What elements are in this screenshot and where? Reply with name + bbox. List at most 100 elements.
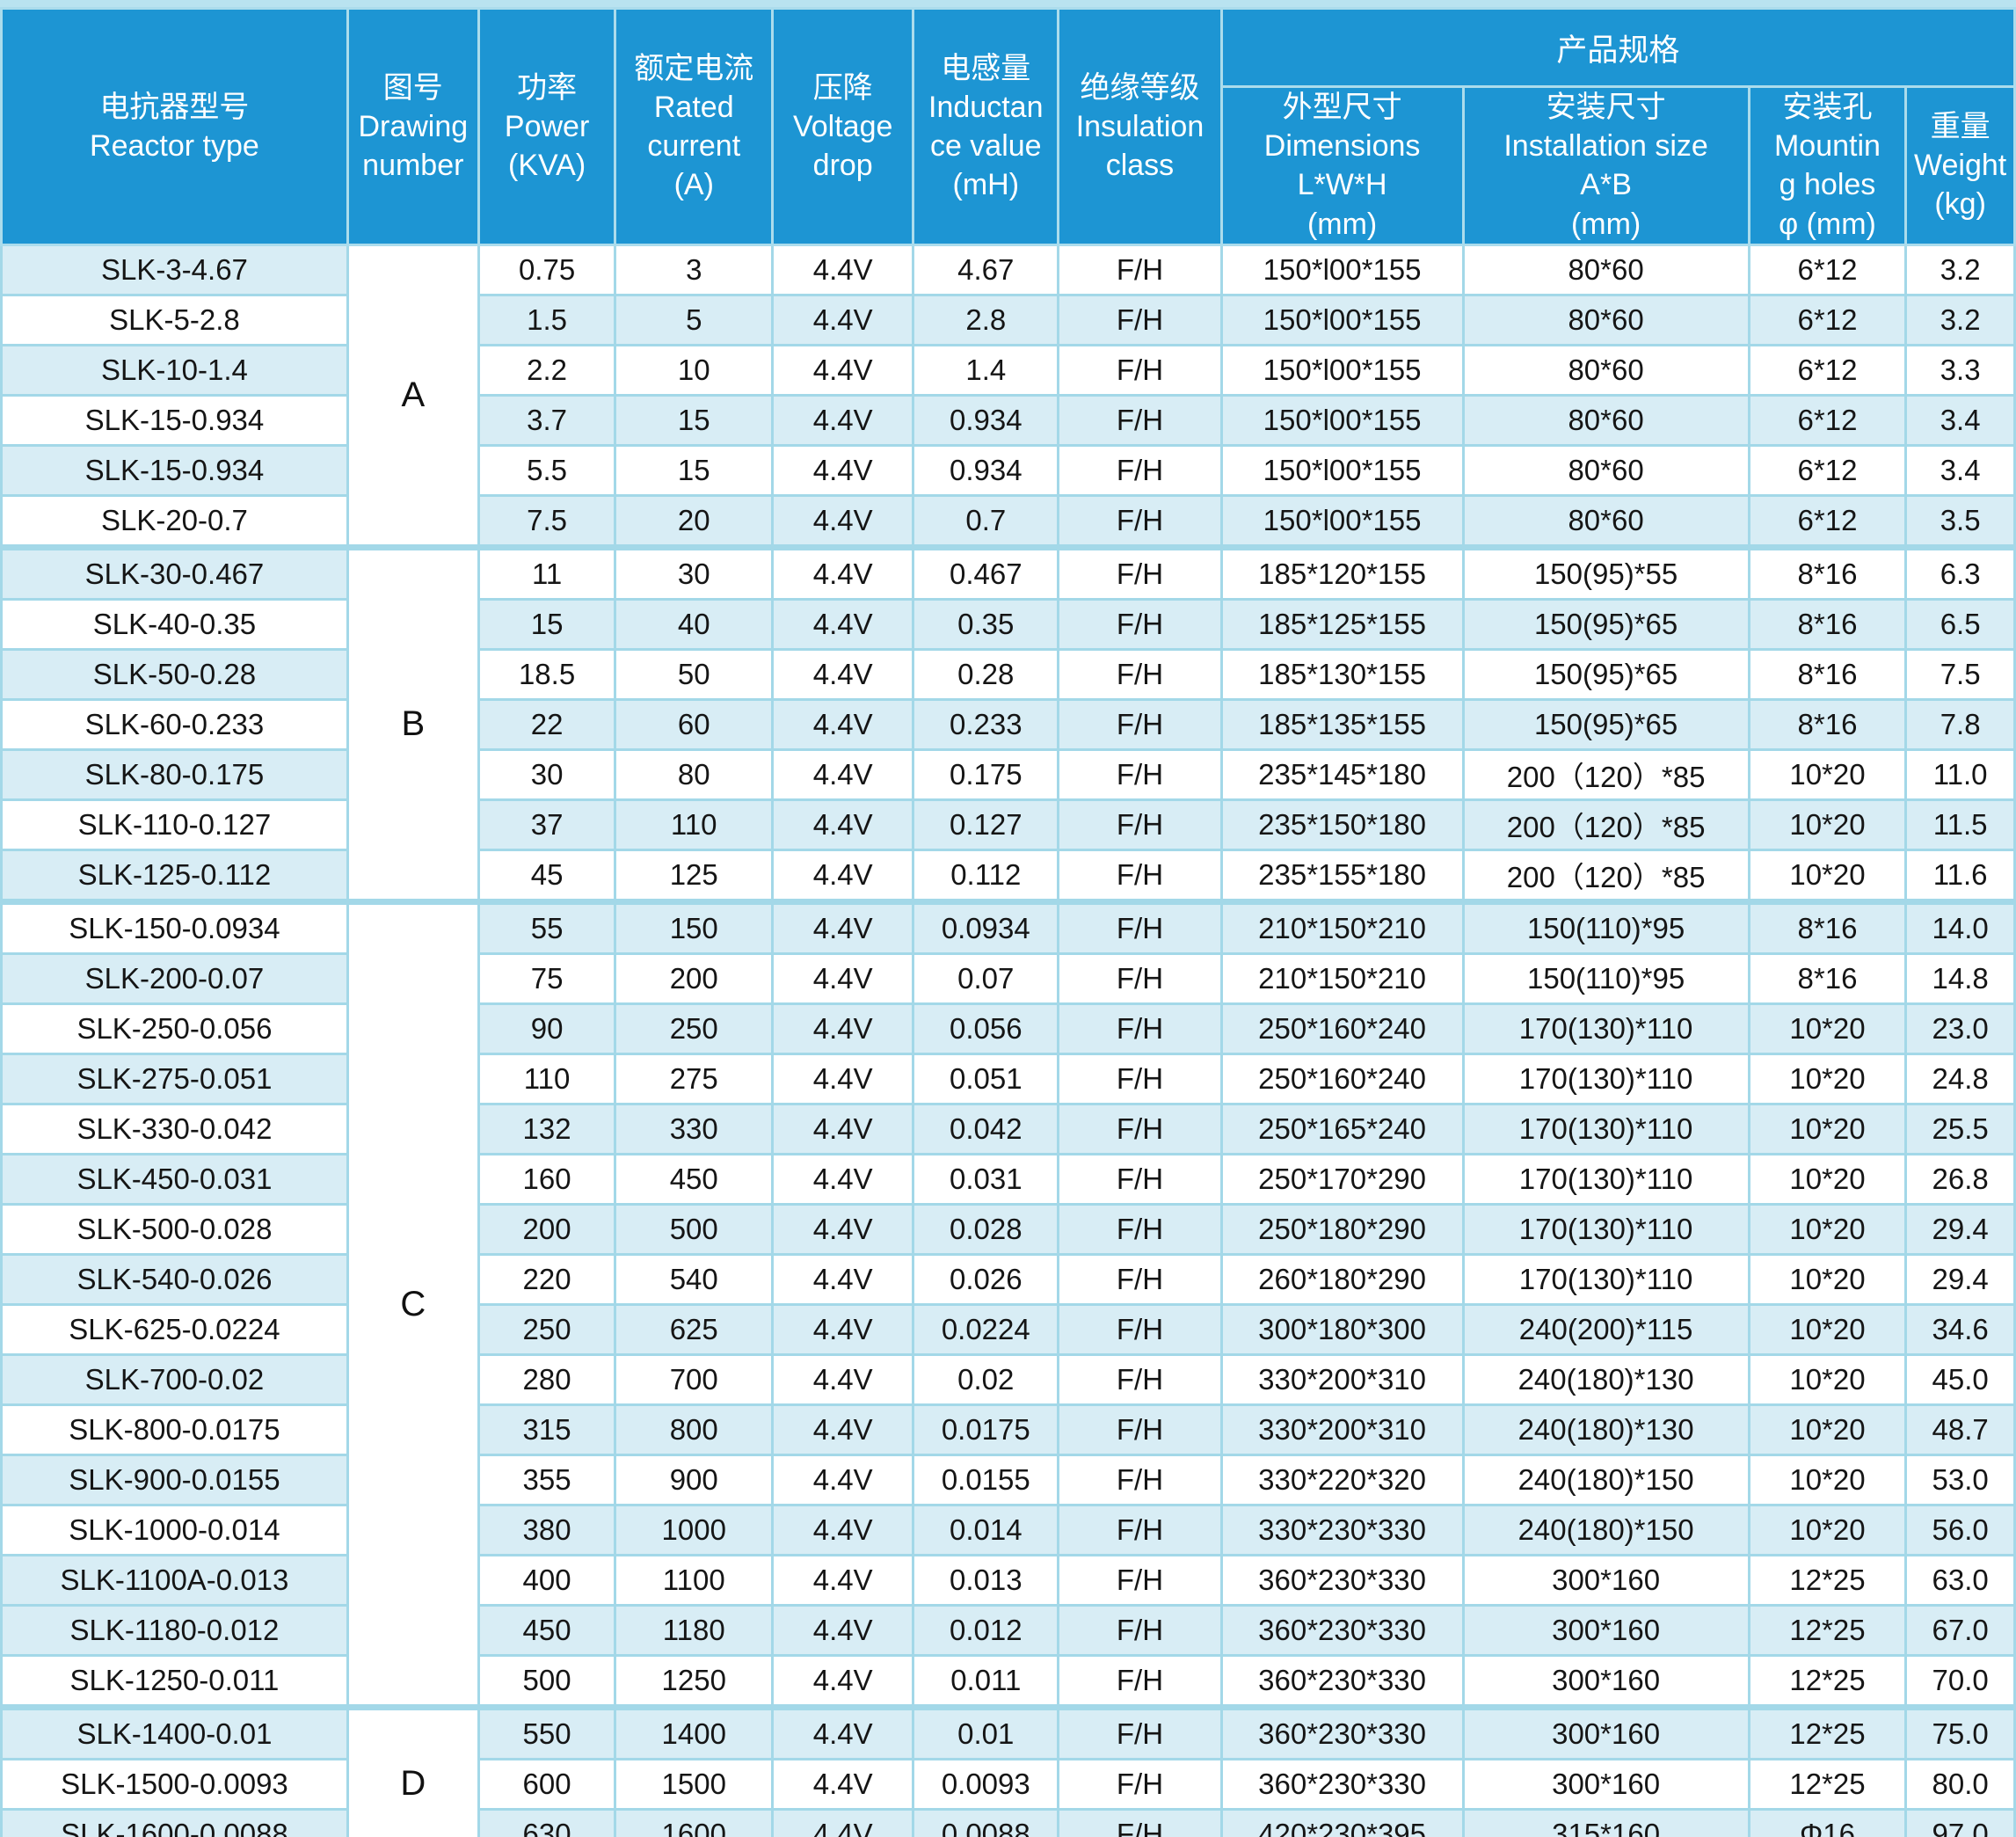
table-row: SLK-1180-0.01245011804.4V0.012F/H360*230… [2, 1605, 2015, 1655]
cell-rated-current: 110 [615, 799, 773, 849]
cell-dimensions: 150*l00*155 [1221, 244, 1463, 295]
cell-installation-size: 240(200)*115 [1463, 1304, 1749, 1354]
cell-inductance: 0.934 [913, 445, 1059, 495]
cell-installation-size: 150(95)*65 [1463, 699, 1749, 749]
cell-weight: 97.0 [1906, 1809, 2015, 1837]
header-line: current [616, 127, 771, 165]
cell-voltage-drop: 4.4V [773, 1707, 913, 1759]
cell-power: 18.5 [478, 649, 615, 699]
cell-mounting-holes: 12*25 [1749, 1605, 1906, 1655]
cell-installation-size: 300*160 [1463, 1759, 1749, 1809]
cell-power: 355 [478, 1454, 615, 1505]
cell-weight: 34.6 [1906, 1304, 2015, 1354]
cell-installation-size: 240(180)*150 [1463, 1454, 1749, 1505]
cell-installation-size: 300*160 [1463, 1655, 1749, 1707]
cell-inductance: 0.028 [913, 1204, 1059, 1254]
cell-weight: 75.0 [1906, 1707, 2015, 1759]
cell-insulation-class: F/H [1059, 849, 1221, 901]
header-line: 重量 [1907, 107, 2013, 146]
cell-insulation-class: F/H [1059, 395, 1221, 445]
cell-power: 400 [478, 1555, 615, 1605]
cell-reactor-type: SLK-500-0.028 [2, 1204, 348, 1254]
cell-inductance: 0.051 [913, 1053, 1059, 1104]
cell-installation-size: 80*60 [1463, 345, 1749, 395]
cell-insulation-class: F/H [1059, 1304, 1221, 1354]
cell-rated-current: 200 [615, 953, 773, 1003]
cell-rated-current: 1400 [615, 1707, 773, 1759]
cell-power: 110 [478, 1053, 615, 1104]
header-line: Mountin [1750, 127, 1905, 165]
header-line: (KVA) [480, 146, 615, 185]
cell-dimensions: 235*145*180 [1221, 749, 1463, 799]
cell-insulation-class: F/H [1059, 1809, 1221, 1837]
cell-inductance: 0.934 [913, 395, 1059, 445]
cell-reactor-type: SLK-5-2.8 [2, 295, 348, 345]
cell-installation-size: 80*60 [1463, 244, 1749, 295]
cell-inductance: 0.28 [913, 649, 1059, 699]
table-body: SLK-3-4.67A0.7534.4V4.67F/H150*l00*15580… [2, 244, 2015, 1837]
cell-inductance: 2.8 [913, 295, 1059, 345]
cell-dimensions: 360*230*330 [1221, 1707, 1463, 1759]
column-header-rated-current: 额定电流Ratedcurrent(A) [615, 9, 773, 245]
cell-power: 0.75 [478, 244, 615, 295]
cell-installation-size: 300*160 [1463, 1707, 1749, 1759]
cell-weight: 3.2 [1906, 295, 2015, 345]
cell-rated-current: 625 [615, 1304, 773, 1354]
cell-installation-size: 80*60 [1463, 495, 1749, 547]
cell-installation-size: 240(180)*130 [1463, 1354, 1749, 1404]
cell-reactor-type: SLK-1180-0.012 [2, 1605, 348, 1655]
cell-reactor-type: SLK-1500-0.0093 [2, 1759, 348, 1809]
cell-mounting-holes: 12*25 [1749, 1655, 1906, 1707]
table-row: SLK-1250-0.01150012504.4V0.011F/H360*230… [2, 1655, 2015, 1707]
cell-installation-size: 200（120）*85 [1463, 749, 1749, 799]
table-row: SLK-625-0.02242506254.4V0.0224F/H300*180… [2, 1304, 2015, 1354]
cell-dimensions: 185*135*155 [1221, 699, 1463, 749]
header-line: A*B [1465, 165, 1748, 204]
cell-insulation-class: F/H [1059, 295, 1221, 345]
cell-dimensions: 250*165*240 [1221, 1104, 1463, 1154]
cell-mounting-holes: 8*16 [1749, 953, 1906, 1003]
cell-power: 45 [478, 849, 615, 901]
cell-insulation-class: F/H [1059, 649, 1221, 699]
cell-voltage-drop: 4.4V [773, 1454, 913, 1505]
cell-insulation-class: F/H [1059, 1204, 1221, 1254]
cell-mounting-holes: Φ16 [1749, 1809, 1906, 1837]
cell-insulation-class: F/H [1059, 901, 1221, 953]
cell-insulation-class: F/H [1059, 1759, 1221, 1809]
cell-power: 132 [478, 1104, 615, 1154]
cell-insulation-class: F/H [1059, 1254, 1221, 1304]
table-header: 电抗器型号Reactor type图号Drawingnumber功率Power(… [2, 9, 2015, 245]
column-group-header-product-spec: 产品规格 [1221, 9, 2014, 87]
cell-rated-current: 1600 [615, 1809, 773, 1837]
table-row: SLK-3-4.67A0.7534.4V4.67F/H150*l00*15580… [2, 244, 2015, 295]
table-row: SLK-150-0.0934C551504.4V0.0934F/H210*150… [2, 901, 2015, 953]
table-row: SLK-1500-0.009360015004.4V0.0093F/H360*2… [2, 1759, 2015, 1809]
cell-weight: 67.0 [1906, 1605, 2015, 1655]
cell-reactor-type: SLK-50-0.28 [2, 649, 348, 699]
cell-weight: 56.0 [1906, 1505, 2015, 1555]
cell-voltage-drop: 4.4V [773, 599, 913, 649]
cell-inductance: 0.7 [913, 495, 1059, 547]
cell-voltage-drop: 4.4V [773, 1204, 913, 1254]
cell-rated-current: 150 [615, 901, 773, 953]
cell-installation-size: 150(95)*65 [1463, 599, 1749, 649]
table-row: SLK-125-0.112451254.4V0.112F/H235*155*18… [2, 849, 2015, 901]
header-line: 电感量 [914, 49, 1057, 88]
table-row: SLK-330-0.0421323304.4V0.042F/H250*165*2… [2, 1104, 2015, 1154]
cell-mounting-holes: 12*25 [1749, 1707, 1906, 1759]
cell-reactor-type: SLK-80-0.175 [2, 749, 348, 799]
cell-rated-current: 1000 [615, 1505, 773, 1555]
cell-rated-current: 15 [615, 445, 773, 495]
cell-inductance: 0.042 [913, 1104, 1059, 1154]
cell-rated-current: 30 [615, 547, 773, 599]
cell-dimensions: 185*120*155 [1221, 547, 1463, 599]
drawing-group-cell-c: C [347, 901, 478, 1707]
cell-reactor-type: SLK-1400-0.01 [2, 1707, 348, 1759]
cell-dimensions: 235*155*180 [1221, 849, 1463, 901]
cell-power: 11 [478, 547, 615, 599]
cell-weight: 3.5 [1906, 495, 2015, 547]
cell-mounting-holes: 10*20 [1749, 1104, 1906, 1154]
header-line: Weight [1907, 146, 2013, 185]
cell-inductance: 0.01 [913, 1707, 1059, 1759]
cell-insulation-class: F/H [1059, 1505, 1221, 1555]
